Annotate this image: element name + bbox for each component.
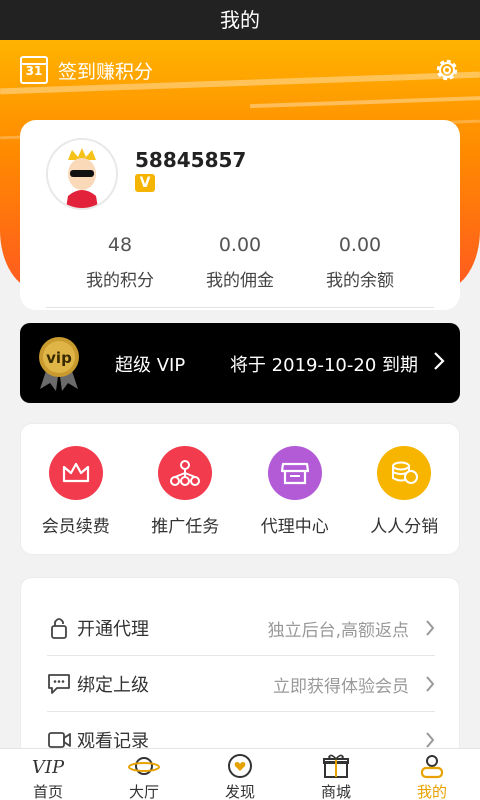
menu-item-hint: 独立后台,高额返点	[267, 620, 409, 641]
stat-label: 我的积分	[86, 271, 154, 291]
tab-label: 大厅	[128, 783, 159, 800]
action-promotion-tasks[interactable]: 推广任务	[131, 424, 241, 554]
stat-commission[interactable]: 0.00 我的佣金	[180, 234, 300, 291]
user-icon	[384, 753, 480, 779]
user-id: 58845857	[135, 148, 247, 172]
menu-item-title: 绑定上级	[77, 675, 149, 696]
vip-medal-text: vip	[46, 349, 72, 367]
stat-value: 0.00	[338, 234, 382, 256]
gift-icon	[288, 753, 384, 779]
chat-icon	[48, 674, 70, 694]
gear-icon[interactable]	[433, 56, 461, 84]
menu-item-bind-referrer[interactable]: 绑定上级 立即获得体验会员	[47, 656, 435, 712]
stats-row: 48 我的积分 0.00 我的佣金 0.00 我的余额	[60, 234, 420, 291]
action-label: 代理中心	[260, 517, 329, 537]
action-distribution[interactable]: 人人分销	[350, 424, 460, 554]
stat-label: 我的余额	[326, 271, 394, 291]
svg-text:VIP: VIP	[32, 757, 65, 778]
settings-menu: 开通代理 独立后台,高额返点 绑定上级 立即获得体验会员 观看记录	[20, 577, 460, 777]
stat-label: 我的佣金	[206, 271, 274, 291]
quick-actions: 会员续费 推广任务 代理中心 人人分销	[20, 423, 460, 555]
chevron-right-icon	[434, 352, 445, 370]
menu-item-open-agency[interactable]: 开通代理 独立后台,高额返点	[47, 600, 435, 656]
tab-label: 商城	[320, 783, 351, 800]
menu-item-hint: 立即获得体验会员	[273, 676, 409, 697]
tab-label: 我的	[416, 783, 447, 800]
stat-value: 48	[107, 234, 133, 256]
menu-item-title: 开通代理	[77, 619, 149, 640]
chevron-right-icon	[426, 620, 435, 636]
chevron-right-icon	[426, 676, 435, 692]
tab-mine[interactable]: 我的	[384, 749, 480, 800]
signin-label: 签到赚积分	[58, 60, 154, 83]
tab-hall[interactable]: 大厅	[96, 749, 192, 800]
store-icon	[267, 446, 322, 500]
profile-card: 58845857 V 48 我的积分 0.00 我的佣金 0.00 我的余额	[20, 120, 460, 310]
heart-icon	[192, 753, 288, 779]
tab-label: 发现	[224, 783, 255, 800]
tab-mall[interactable]: 商城	[288, 749, 384, 800]
avatar[interactable]	[48, 140, 116, 208]
vip-home-icon: VIP	[0, 753, 96, 779]
bottom-tab-bar: VIP 首页 大厅 发现 商城 我的	[0, 748, 480, 800]
stat-balance[interactable]: 0.00 我的余额	[300, 234, 420, 291]
tab-discover[interactable]: 发现	[192, 749, 288, 800]
vip-expiry: 将于 2019-10-20 到期	[229, 355, 418, 376]
stat-points[interactable]: 48 我的积分	[60, 234, 180, 291]
stat-value: 0.00	[218, 234, 262, 256]
lock-icon	[51, 618, 67, 639]
divider	[46, 307, 434, 308]
vip-membership-bar[interactable]: vip 超级 VIP 将于 2019-10-20 到期	[20, 323, 460, 403]
action-renew-membership[interactable]: 会员续费	[21, 424, 131, 554]
vip-level-badge: V	[135, 174, 155, 192]
network-icon	[158, 446, 213, 500]
calendar-icon: 31	[20, 56, 48, 84]
decor-streak	[250, 95, 480, 109]
coins-icon	[377, 446, 432, 500]
planet-icon	[96, 753, 192, 779]
action-agent-center[interactable]: 代理中心	[240, 424, 350, 554]
chevron-right-icon	[426, 732, 435, 748]
action-label: 推广任务	[151, 517, 220, 537]
action-label: 人人分销	[370, 517, 439, 537]
vip-medal-icon: vip	[39, 337, 79, 391]
signin-button[interactable]: 31 签到赚积分	[20, 56, 153, 84]
crown-icon	[48, 446, 103, 500]
tab-label: 首页	[32, 783, 63, 800]
action-label: 会员续费	[41, 517, 110, 537]
tab-home[interactable]: VIP 首页	[0, 749, 96, 800]
vip-title: 超级 VIP	[115, 355, 186, 376]
page-title: 我的	[0, 0, 480, 40]
